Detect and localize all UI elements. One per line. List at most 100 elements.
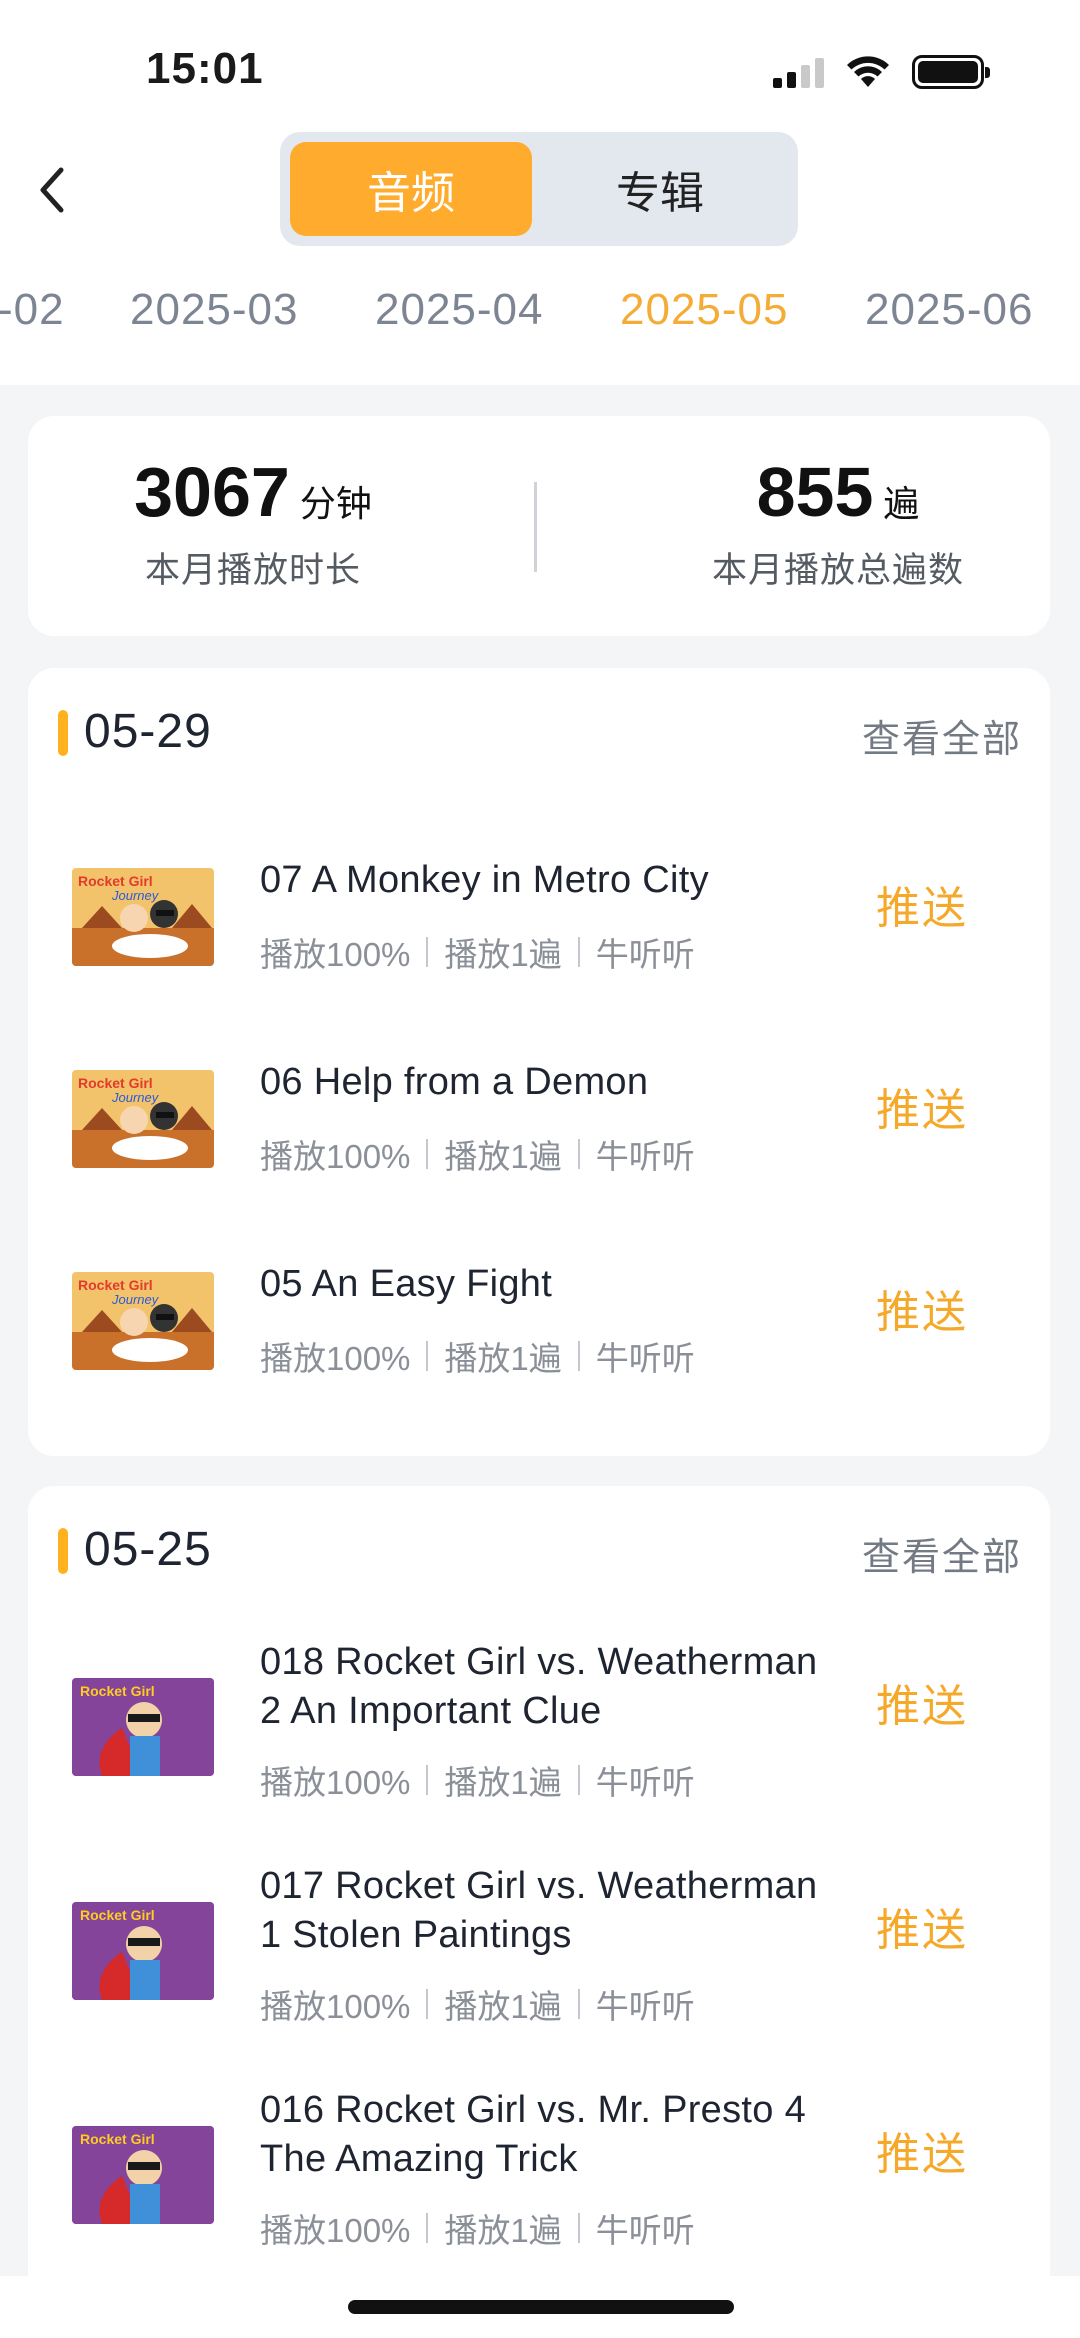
svg-text:Journey: Journey [111,888,160,903]
cellular-signal-icon [773,56,824,88]
stat-duration-label: 本月播放时长 [144,551,361,590]
back-button[interactable] [22,155,82,225]
track-play-count: 播放1遍 [444,1138,562,1175]
status-time: 15:01 [146,44,264,93]
stat-duration: 3067 分钟 本月播放时长 [108,452,398,593]
list-item[interactable]: Rocket Girl 018 Rocket Girl vs. Weatherm… [28,1620,1050,1844]
day-header: 05-25 查看全部 [28,1486,1050,1616]
wifi-icon [847,56,889,87]
track-source: 牛听听 [595,2212,695,2249]
track-meta: 播放100% 播放1遍 牛听听 [260,1980,695,2028]
track-meta: 播放100% 播放1遍 牛听听 [260,928,695,976]
battery-icon [912,55,990,89]
tab-album[interactable]: 专辑 [532,142,788,236]
track-progress: 播放100% [260,1988,411,2025]
day-header: 05-29 查看全部 [28,668,1050,798]
push-button[interactable]: 推送 [876,872,968,936]
track-play-count: 播放1遍 [444,1340,562,1377]
track-play-count: 播放1遍 [444,936,562,973]
track-title: 06 Help from a Demon [260,1061,649,1103]
track-title-line: 016 Rocket Girl vs. Mr. Presto 4 [260,2089,806,2131]
day-accent-bar [58,710,68,756]
list-item[interactable]: Rocket Girl Journey 07 A Monkey in Metro… [28,828,1050,1028]
track-meta: 播放100% 播放1遍 牛听听 [260,1756,695,1804]
svg-text:Rocket Girl: Rocket Girl [80,2131,155,2147]
track-title: 017 Rocket Girl vs. Weatherman 1 Stolen … [260,1862,890,1960]
day-group: 05-25 查看全部 Rocket Girl 018 Rocket Girl v… [28,1486,1050,2338]
list-item[interactable]: Rocket Girl 017 Rocket Girl vs. Weatherm… [28,1844,1050,2068]
day-date: 05-29 [84,705,212,758]
list-item[interactable]: Rocket Girl Journey 05 An Easy Fight 播放1… [28,1232,1050,1432]
track-cover-image: Rocket Girl Journey [72,868,214,966]
stat-plays-unit: 遍 [883,483,920,524]
track-title-line: The Amazing Trick [260,2138,578,2180]
track-title-line: 2 An Important Clue [260,1690,602,1732]
stat-plays-value: 855 [756,453,874,531]
svg-text:Rocket Girl: Rocket Girl [78,1277,153,1293]
track-cover-image: Rocket Girl [72,1678,214,1776]
push-button[interactable]: 推送 [876,1670,968,1734]
track-progress: 播放100% [260,2212,411,2249]
svg-text:Rocket Girl: Rocket Girl [78,1075,153,1091]
month-item-2025-02[interactable]: -02 [0,285,65,335]
track-source: 牛听听 [595,936,695,973]
stat-duration-value: 3067 [134,453,290,531]
track-source: 牛听听 [595,1340,695,1377]
push-button[interactable]: 推送 [876,1074,968,1138]
push-button[interactable]: 推送 [876,1894,968,1958]
track-play-count: 播放1遍 [444,1764,562,1801]
meta-divider [426,1765,429,1795]
track-progress: 播放100% [260,1764,411,1801]
track-title: 05 An Easy Fight [260,1263,553,1305]
svg-text:Rocket Girl: Rocket Girl [78,873,153,889]
track-title: 018 Rocket Girl vs. Weatherman 2 An Impo… [260,1638,890,1736]
day-accent-bar [58,1528,68,1574]
stats-divider [534,482,537,572]
meta-divider [577,2213,580,2243]
day-group: 05-29 查看全部 Rocket Girl Journey 07 A Monk… [28,668,1050,1456]
list-item[interactable]: Rocket Girl Journey 06 Help from a Demon… [28,1030,1050,1230]
track-source: 牛听听 [595,1138,695,1175]
track-progress: 播放100% [260,1138,411,1175]
meta-divider [426,2213,429,2243]
status-bar: 15:01 [0,0,1080,140]
track-progress: 播放100% [260,936,411,973]
see-all-link[interactable]: 查看全部 [862,708,1022,763]
meta-divider [426,1989,429,2019]
home-indicator[interactable] [348,2300,734,2314]
list-item[interactable]: Rocket Girl 016 Rocket Girl vs. Mr. Pres… [28,2068,1050,2292]
meta-divider [577,1139,580,1169]
track-title: 07 A Monkey in Metro City [260,859,709,901]
meta-divider [426,937,429,967]
stat-duration-unit: 分钟 [299,483,372,524]
month-item-2025-06[interactable]: 2025-06 [865,285,1033,335]
chevron-left-icon [40,167,64,213]
meta-divider [577,1341,580,1371]
month-item-2025-04[interactable]: 2025-04 [375,285,543,335]
track-cover-image: Rocket Girl Journey [72,1272,214,1370]
meta-divider [426,1341,429,1371]
track-play-count: 播放1遍 [444,2212,562,2249]
tab-switcher: 音频 专辑 [280,132,798,246]
day-date: 05-25 [84,1523,212,1576]
svg-text:Journey: Journey [111,1090,160,1105]
svg-text:Rocket Girl: Rocket Girl [80,1907,155,1923]
tab-audio[interactable]: 音频 [290,142,532,236]
meta-divider [577,1765,580,1795]
status-icons [773,52,990,92]
push-button[interactable]: 推送 [876,2118,968,2182]
track-source: 牛听听 [595,1988,695,2025]
month-item-2025-05[interactable]: 2025-05 [620,285,788,335]
month-item-2025-03[interactable]: 2025-03 [130,285,298,335]
track-cover-image: Rocket Girl [72,1902,214,2000]
svg-text:Journey: Journey [111,1292,160,1307]
track-meta: 播放100% 播放1遍 牛听听 [260,1332,695,1380]
track-cover-image: Rocket Girl [72,2126,214,2224]
track-title-line: 1 Stolen Paintings [260,1914,572,1956]
stat-plays: 855 遍 本月播放总遍数 [688,452,988,593]
see-all-link[interactable]: 查看全部 [862,1526,1022,1581]
push-button[interactable]: 推送 [876,1276,968,1340]
track-title-line: 018 Rocket Girl vs. Weatherman [260,1641,818,1683]
meta-divider [577,1989,580,2019]
track-title: 016 Rocket Girl vs. Mr. Presto 4 The Ama… [260,2086,890,2184]
